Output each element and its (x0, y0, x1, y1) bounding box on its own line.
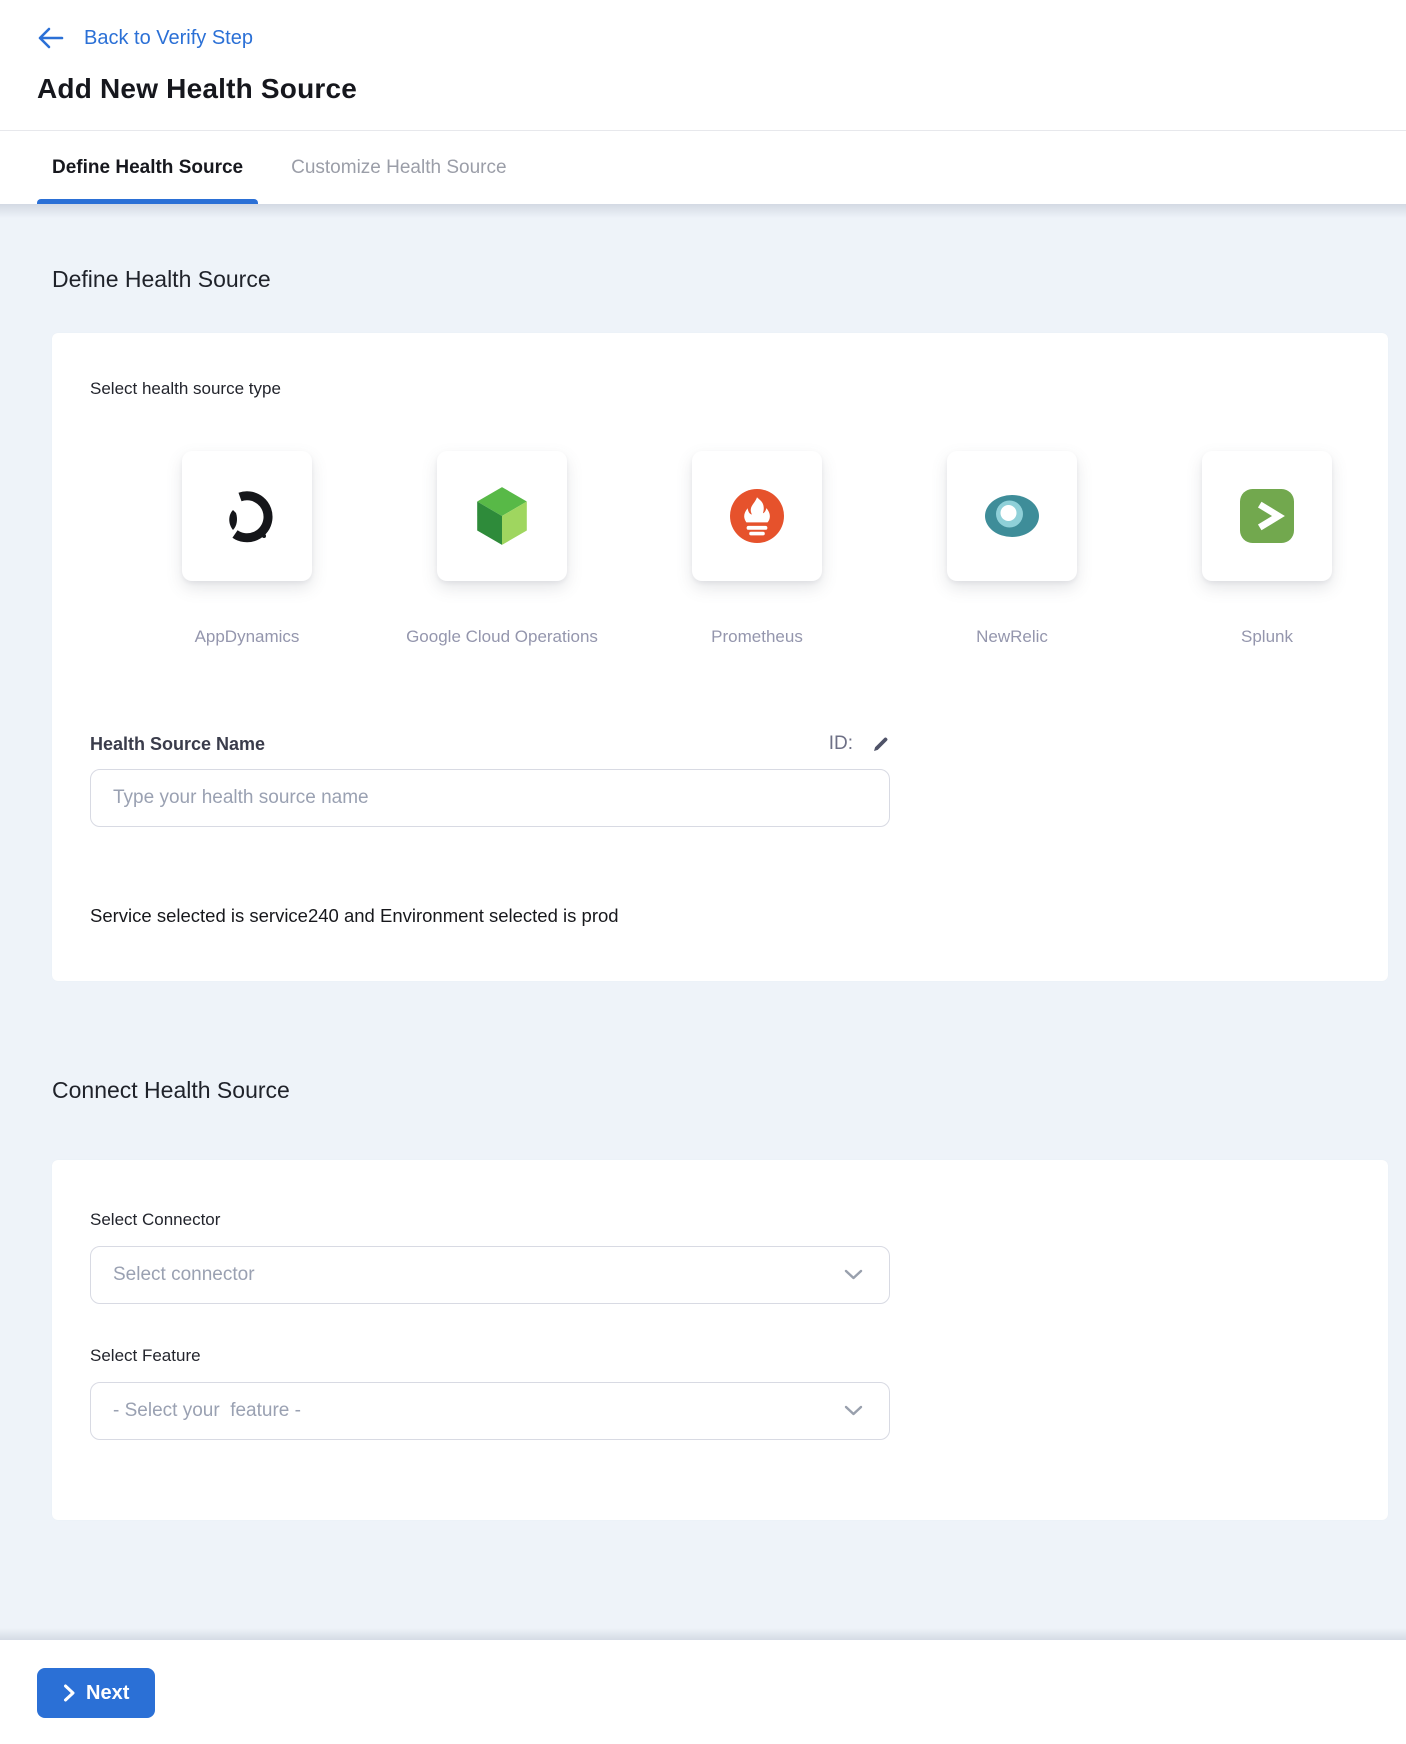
health-source-type-row: AppDynamics Google Cloud Operations (182, 451, 1350, 647)
splunk-icon (1240, 489, 1294, 543)
connect-section-heading: Connect Health Source (52, 1077, 1388, 1104)
select-source-type-label: Select health source type (90, 379, 1350, 399)
main-content: Define Health Source Select health sourc… (0, 204, 1406, 1640)
feature-select-group: Select Feature - Select your feature - (90, 1346, 1350, 1440)
connector-select-placeholder: Select connector (113, 1264, 255, 1286)
back-link-label: Back to Verify Step (84, 27, 253, 50)
footer-bar: Next (0, 1640, 1406, 1744)
appdynamics-icon (219, 488, 275, 544)
tab-define-label: Define Health Source (52, 157, 243, 179)
health-source-name-label: Health Source Name (90, 734, 265, 755)
chevron-right-icon (63, 1684, 75, 1702)
back-arrow-icon (37, 26, 64, 50)
prometheus-tile[interactable] (692, 451, 822, 581)
id-label: ID: (829, 733, 853, 755)
source-option-prometheus: Prometheus (692, 451, 822, 647)
source-option-appdynamics: AppDynamics (182, 451, 312, 647)
page-header: Back to Verify Step Add New Health Sourc… (0, 0, 1406, 131)
source-label: NewRelic (976, 627, 1048, 647)
feature-select[interactable]: - Select your feature - (90, 1382, 890, 1440)
appdynamics-tile[interactable] (182, 451, 312, 581)
newrelic-tile[interactable] (947, 451, 1077, 581)
select-connector-label: Select Connector (90, 1210, 1350, 1230)
chevron-down-icon (844, 1405, 863, 1417)
source-option-google-cloud-operations: Google Cloud Operations (437, 451, 567, 647)
source-label: Prometheus (711, 627, 803, 647)
connect-health-source-panel: Select Connector Select connector Select… (52, 1160, 1388, 1520)
source-option-newrelic: NewRelic (947, 451, 1077, 647)
google-cloud-operations-icon (475, 485, 529, 547)
select-feature-label: Select Feature (90, 1346, 1350, 1366)
connector-select-group: Select Connector Select connector (90, 1210, 1350, 1304)
source-label: Google Cloud Operations (406, 627, 598, 647)
edit-id-pencil-icon[interactable] (871, 735, 890, 754)
tab-customize-label: Customize Health Source (291, 157, 506, 179)
google-cloud-operations-tile[interactable] (437, 451, 567, 581)
tab-customize-health-source[interactable]: Customize Health Source (291, 131, 506, 204)
health-source-name-input[interactable] (90, 769, 890, 827)
define-section-heading: Define Health Source (52, 204, 1388, 293)
splunk-tile[interactable] (1202, 451, 1332, 581)
define-health-source-panel: Select health source type AppDynamics (52, 333, 1388, 981)
feature-select-placeholder: - Select your feature - (113, 1400, 301, 1422)
source-label: Splunk (1241, 627, 1293, 647)
next-button[interactable]: Next (37, 1668, 155, 1718)
tab-bar: Define Health Source Customize Health So… (0, 131, 1406, 204)
next-button-label: Next (86, 1682, 129, 1705)
source-label: AppDynamics (195, 627, 300, 647)
back-to-verify-step-link[interactable]: Back to Verify Step (37, 26, 253, 50)
newrelic-icon (983, 493, 1041, 539)
service-environment-note: Service selected is service240 and Envir… (90, 905, 1350, 927)
source-option-splunk: Splunk (1202, 451, 1332, 647)
id-wrap: ID: (829, 733, 890, 755)
page-title: Add New Health Source (37, 73, 1406, 105)
chevron-down-icon (844, 1269, 863, 1281)
prometheus-icon (730, 489, 784, 543)
health-source-name-row: Health Source Name ID: (90, 733, 890, 755)
tab-define-health-source[interactable]: Define Health Source (52, 131, 243, 204)
connector-select[interactable]: Select connector (90, 1246, 890, 1304)
